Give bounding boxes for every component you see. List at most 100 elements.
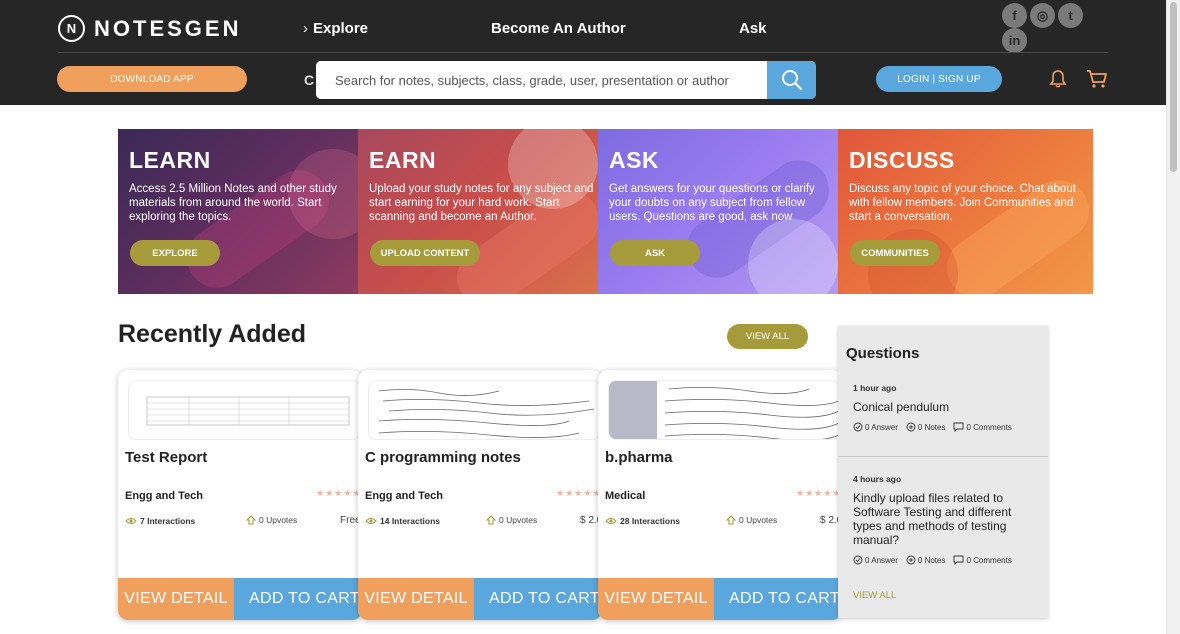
banner-decoration <box>748 219 838 294</box>
instagram-icon[interactable]: ◎ <box>1030 3 1055 28</box>
note-title[interactable]: Test Report <box>125 449 207 466</box>
upload-content-button[interactable]: UPLOAD CONTENT <box>370 240 480 266</box>
logo[interactable]: N NOTESGEN <box>58 15 241 42</box>
scrollbar-thumb[interactable] <box>1170 2 1177 172</box>
comment-icon <box>954 422 964 432</box>
notes-label: 0 Notes <box>917 422 946 432</box>
add-to-cart-button[interactable]: ADD TO CART <box>474 578 602 620</box>
search-bar <box>316 61 816 99</box>
notes-count: 0 Notes <box>906 422 946 432</box>
scrollbar[interactable] <box>1166 0 1180 634</box>
check-circle-icon <box>853 422 863 432</box>
eye-icon <box>125 518 137 524</box>
answers-count: 0 Answer <box>853 422 898 432</box>
recent-view-all-button[interactable]: VIEW ALL <box>727 324 808 349</box>
comments-count: 0 Comments <box>953 555 1012 565</box>
banner-discuss: DISCUSS Discuss any topic of your choice… <box>838 129 1093 294</box>
interactions-label: 14 Interactions <box>380 516 440 526</box>
upvotes-label: 0 Upvotes <box>259 515 298 525</box>
upvote-icon <box>486 515 496 525</box>
handwritten-preview <box>378 389 595 438</box>
eye-icon <box>365 518 377 524</box>
note-thumbnail <box>128 380 360 440</box>
nav-become-author[interactable]: Become An Author <box>491 20 626 37</box>
cart-icon[interactable] <box>1086 69 1108 89</box>
banner-earn: EARN Upload your study notes for any sub… <box>358 129 598 294</box>
questions-divider <box>838 456 1048 457</box>
search-icon <box>781 70 802 91</box>
explore-button[interactable]: EXPLORE <box>130 240 220 266</box>
upvotes-label: 0 Upvotes <box>739 515 778 525</box>
interactions-label: 28 Interactions <box>620 516 680 526</box>
note-title[interactable]: C programming notes <box>365 449 521 466</box>
notes-label: 0 Notes <box>917 555 946 565</box>
eye-icon <box>605 518 617 524</box>
login-signup-button[interactable]: LOGIN | SIGN UP <box>876 66 1002 92</box>
plus-circle-icon <box>906 422 916 432</box>
site-header: N NOTESGEN › Explore Become An Author Ask… <box>0 0 1166 105</box>
question-meta: 0 Answer 0 Notes 0 Comments <box>853 555 1043 565</box>
banner-text: Access 2.5 Million Notes and other study… <box>129 183 337 223</box>
question-meta: 0 Answer 0 Notes 0 Comments <box>853 422 1043 432</box>
upvote-icon <box>726 515 736 525</box>
note-card[interactable]: b.pharma Medical ★★★★★ 28 Interactions 0… <box>598 370 842 620</box>
bell-icon[interactable] <box>1048 69 1068 89</box>
questions-view-all-link[interactable]: VIEW ALL <box>853 590 896 601</box>
linkedin-icon[interactable]: in <box>1002 28 1027 53</box>
view-detail-button[interactable]: VIEW DETAIL <box>118 578 234 620</box>
banner-title: ASK <box>609 147 660 173</box>
nav-explore[interactable]: › Explore <box>303 20 368 37</box>
rating-stars: ★★★★★ <box>556 488 602 498</box>
document-preview <box>146 396 350 426</box>
questions-title: Questions <box>846 345 920 362</box>
view-detail-button[interactable]: VIEW DETAIL <box>358 578 474 620</box>
search-button[interactable] <box>767 61 816 99</box>
twitter-icon[interactable]: t <box>1058 3 1083 28</box>
view-detail-button[interactable]: VIEW DETAIL <box>598 578 714 620</box>
check-circle-icon <box>853 555 863 565</box>
interactions-count: 28 Interactions <box>605 516 680 526</box>
upvote-icon <box>246 515 256 525</box>
note-card[interactable]: C programming notes Engg and Tech ★★★★★ … <box>358 370 602 620</box>
comment-icon <box>954 555 964 565</box>
banner-title: EARN <box>369 147 437 173</box>
chevron-right-icon: › <box>303 20 308 37</box>
note-title[interactable]: b.pharma <box>605 449 673 466</box>
download-app-button[interactable]: DOWNLOAD APP <box>57 66 247 92</box>
rating-stars: ★★★★★ <box>316 488 362 498</box>
notes-count: 0 Notes <box>906 555 946 565</box>
page: N NOTESGEN › Explore Become An Author Ask… <box>0 0 1180 634</box>
question-text[interactable]: Conical pendulum <box>853 400 1043 414</box>
upvotes-count: 0 Upvotes <box>726 515 777 525</box>
upvotes-count: 0 Upvotes <box>246 515 297 525</box>
nav-ask[interactable]: Ask <box>739 20 767 37</box>
facebook-icon[interactable]: f <box>1002 3 1027 28</box>
note-category: Medical <box>605 490 646 502</box>
stray-text: C <box>304 72 315 88</box>
note-thumbnail <box>368 380 600 440</box>
logo-text: NOTESGEN <box>94 15 242 41</box>
search-input[interactable] <box>316 61 767 99</box>
header-divider <box>58 52 1108 53</box>
interactions-count: 14 Interactions <box>365 516 440 526</box>
question-item[interactable]: 4 hours ago Kindly upload files related … <box>853 474 1043 565</box>
logo-mark-icon: N <box>58 15 85 42</box>
ask-button[interactable]: ASK <box>610 240 700 266</box>
banner-text: Get answers for your questions or clarif… <box>609 183 815 223</box>
question-text[interactable]: Kindly upload files related to Software … <box>853 491 1043 547</box>
note-category: Engg and Tech <box>125 490 204 502</box>
banner-text: Discuss any topic of your choice. Chat a… <box>849 183 1076 223</box>
note-card[interactable]: Test Report Engg and Tech ★★★★★ 7 Intera… <box>118 370 362 620</box>
interactions-count: 7 Interactions <box>125 516 195 526</box>
answers-label: 0 Answer <box>865 555 898 565</box>
answers-count: 0 Answer <box>853 555 898 565</box>
add-to-cart-button[interactable]: ADD TO CART <box>714 578 842 620</box>
upvotes-label: 0 Upvotes <box>499 515 538 525</box>
add-to-cart-button[interactable]: ADD TO CART <box>234 578 362 620</box>
question-time: 4 hours ago <box>853 474 902 484</box>
question-time: 1 hour ago <box>853 383 897 393</box>
banner-text: Upload your study notes for any subject … <box>369 183 594 223</box>
question-item[interactable]: 1 hour ago Conical pendulum 0 Answer 0 N… <box>853 383 1043 432</box>
plus-circle-icon <box>906 555 916 565</box>
communities-button[interactable]: COMMUNITIES <box>850 240 940 266</box>
